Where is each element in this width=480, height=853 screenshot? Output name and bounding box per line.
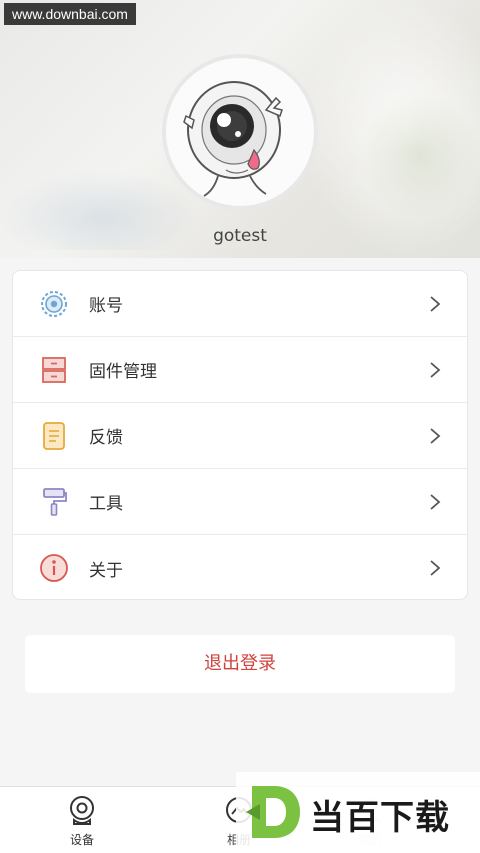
brand-logo-text: 当百下载 <box>310 798 450 838</box>
menu-item-about[interactable]: 关于 <box>13 535 467 599</box>
watermark: www.downbai.com <box>4 3 136 25</box>
menu-item-feedback[interactable]: 反馈 <box>13 403 467 469</box>
brand-logo-overlay: 当百下载 <box>236 772 480 853</box>
menu-item-account[interactable]: 账号 <box>13 271 467 337</box>
menu-label: 关于 <box>89 560 123 581</box>
drawer-icon <box>39 355 69 385</box>
menu-item-firmware[interactable]: 固件管理 <box>13 337 467 403</box>
menu-label: 固件管理 <box>89 362 157 382</box>
chevron-right-icon <box>429 493 441 511</box>
menu-item-tools[interactable]: 工具 <box>13 469 467 535</box>
chevron-right-icon <box>429 361 441 379</box>
logout-button[interactable]: 退出登录 <box>25 635 455 693</box>
menu-label: 工具 <box>89 494 123 514</box>
chevron-right-icon <box>429 559 441 577</box>
info-icon <box>39 553 69 583</box>
gear-icon <box>39 289 69 319</box>
chevron-right-icon <box>429 427 441 445</box>
avatar[interactable] <box>162 54 318 210</box>
username: gotest <box>213 226 267 246</box>
profile-header: www.downbai.com gotest <box>0 0 480 258</box>
menu-label: 反馈 <box>89 428 123 448</box>
tab-label: 设备 <box>69 833 94 847</box>
tab-device[interactable]: 设备 <box>37 787 127 853</box>
settings-menu: 账号 固件管理 反馈 工具 关于 <box>12 270 468 600</box>
menu-label: 账号 <box>89 296 123 316</box>
logo-d-icon <box>242 782 304 842</box>
camera-icon <box>67 795 97 827</box>
paint-roller-icon <box>39 487 69 517</box>
document-icon <box>39 421 69 451</box>
chevron-right-icon <box>429 295 441 313</box>
